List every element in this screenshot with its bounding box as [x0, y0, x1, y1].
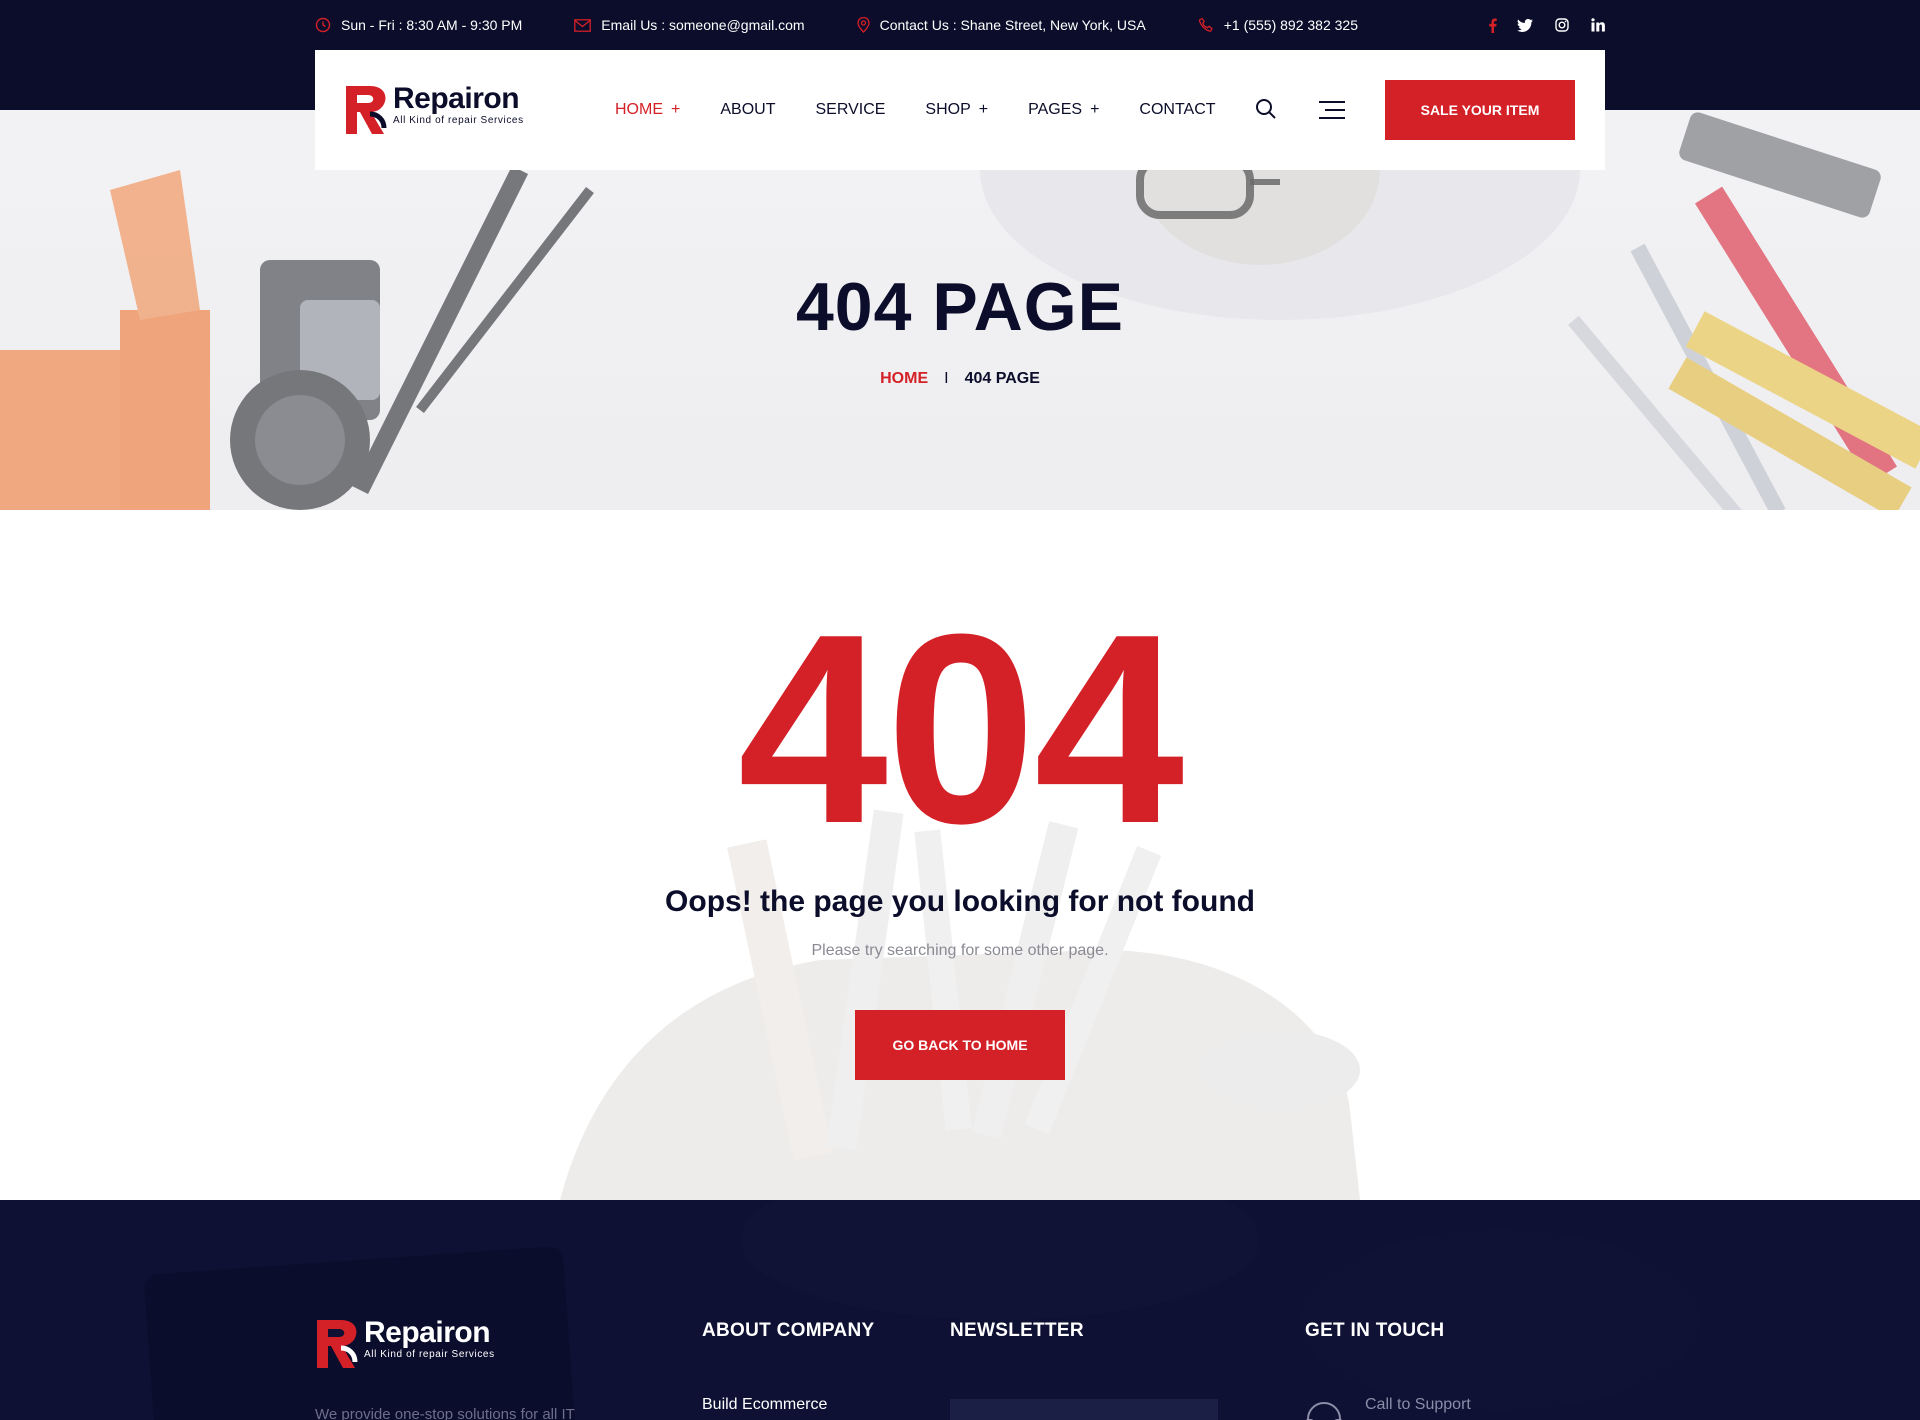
error-code: 404 — [737, 579, 1184, 880]
footer-logo-name: Repairon — [364, 1316, 491, 1349]
main-nav: HOME + ABOUT SERVICE SHOP + PAGES + CONTACT — [615, 50, 1256, 170]
logo-name: Repairon — [393, 82, 520, 115]
submenu-plus-icon: + — [1090, 101, 1100, 118]
top-bar-content: Sun - Fri : 8:30 AM - 9:30 PM Email Us :… — [315, 0, 1605, 50]
site-logo[interactable]: Repairon All Kind of repair Services — [344, 84, 524, 136]
newsletter-email-input[interactable] — [950, 1399, 1218, 1420]
page-title: 404 PAGE — [795, 269, 1124, 345]
nav-label: HOME — [615, 101, 663, 118]
footer-logo-text: Repairon All Kind of repair Services — [364, 1318, 495, 1361]
footer-about-link[interactable]: Build Ecommerce — [702, 1396, 827, 1414]
twitter-icon[interactable] — [1497, 18, 1533, 32]
nav-item-pages[interactable]: PAGES + — [1028, 101, 1099, 119]
phone-text: +1 (555) 892 382 325 — [1223, 17, 1358, 33]
nav-item-contact[interactable]: CONTACT — [1139, 101, 1215, 119]
hamburger-menu-icon[interactable] — [1319, 100, 1345, 125]
error-heading: Oops! the page you looking for not found — [665, 885, 1255, 918]
site-footer: Repairon All Kind of repair Services We … — [0, 1200, 1920, 1420]
nav-item-shop[interactable]: SHOP + — [925, 101, 988, 119]
headset-icon — [1305, 1400, 1343, 1420]
breadcrumb-current: 404 PAGE — [964, 370, 1040, 387]
footer-description: We provide one-stop solutions for all IT — [315, 1406, 575, 1420]
nav-label: SHOP — [925, 101, 971, 118]
footer-logo-tagline: All Kind of repair Services — [364, 1349, 495, 1360]
email-text: Email Us : someone@gmail.com — [601, 17, 805, 33]
footer-logo[interactable]: Repairon All Kind of repair Services — [315, 1318, 495, 1370]
sale-your-item-button[interactable]: SALE YOUR ITEM — [1385, 80, 1575, 140]
nav-item-about[interactable]: ABOUT — [720, 101, 775, 119]
address-text: Contact Us : Shane Street, New York, USA — [879, 17, 1146, 33]
facebook-icon[interactable] — [1461, 18, 1497, 33]
business-hours-text: Sun - Fri : 8:30 AM - 9:30 PM — [341, 17, 523, 33]
logo-mark-icon — [317, 1320, 358, 1368]
business-hours: Sun - Fri : 8:30 AM - 9:30 PM — [315, 17, 522, 33]
clock-icon — [315, 17, 331, 33]
phone-info[interactable]: +1 (555) 892 382 325 — [1198, 17, 1358, 33]
footer-contact-heading: GET IN TOUCH — [1305, 1320, 1445, 1341]
nav-label: PAGES — [1028, 101, 1083, 118]
nav-item-service[interactable]: SERVICE — [815, 101, 885, 119]
email-info[interactable]: Email Us : someone@gmail.com — [574, 17, 805, 33]
breadcrumb: HOME I 404 PAGE — [0, 370, 1920, 388]
site-header: Repairon All Kind of repair Services HOM… — [315, 50, 1605, 170]
footer-newsletter-heading: NEWSLETTER — [950, 1320, 1084, 1341]
logo-tagline: All Kind of repair Services — [393, 115, 524, 126]
mail-icon — [574, 18, 592, 32]
nav-label: SERVICE — [815, 101, 886, 118]
breadcrumb-separator: I — [944, 370, 949, 387]
nav-label: CONTACT — [1139, 101, 1216, 118]
social-links — [1461, 18, 1605, 33]
address-info: Contact Us : Shane Street, New York, USA — [856, 17, 1146, 33]
page-banner: 404 PAGE HOME I 404 PAGE — [0, 110, 1920, 510]
footer-background-art — [144, 1200, 1700, 1420]
nav-item-home[interactable]: HOME + — [615, 101, 680, 119]
footer-about-heading: ABOUT COMPANY — [702, 1320, 875, 1341]
error-section: 404 Oops! the page you looking for not f… — [0, 510, 1920, 1200]
nav-label: ABOUT — [720, 101, 776, 118]
go-back-home-button[interactable]: GO BACK TO HOME — [855, 1010, 1065, 1080]
map-pin-icon — [856, 17, 870, 33]
submenu-plus-icon: + — [671, 101, 681, 118]
phone-icon — [1198, 17, 1213, 32]
breadcrumb-home-link[interactable]: HOME — [880, 370, 928, 388]
submenu-plus-icon: + — [978, 101, 989, 118]
logo-text: Repairon All Kind of repair Services — [393, 84, 524, 127]
search-icon[interactable] — [1255, 98, 1277, 125]
linkedin-icon[interactable] — [1569, 18, 1605, 32]
instagram-icon[interactable] — [1533, 18, 1569, 32]
logo-mark-icon — [346, 86, 387, 134]
footer-support-label: Call to Support — [1365, 1396, 1471, 1413]
error-message: Please try searching for some other page… — [811, 942, 1109, 959]
